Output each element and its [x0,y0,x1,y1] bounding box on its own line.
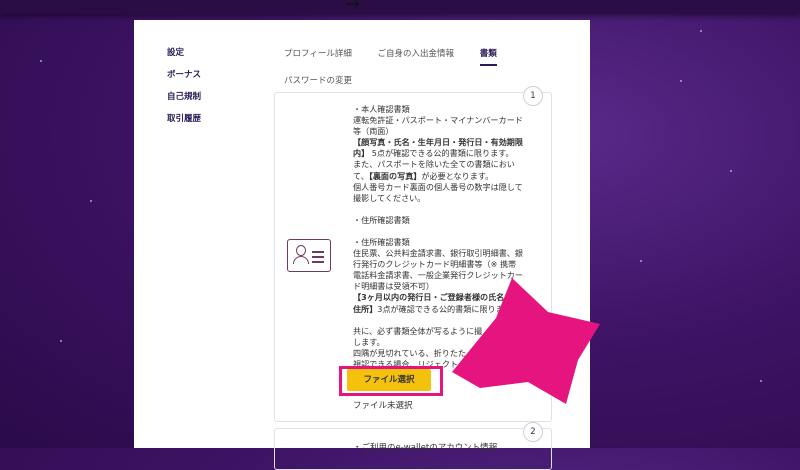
callout-arrow-icon [452,278,600,404]
